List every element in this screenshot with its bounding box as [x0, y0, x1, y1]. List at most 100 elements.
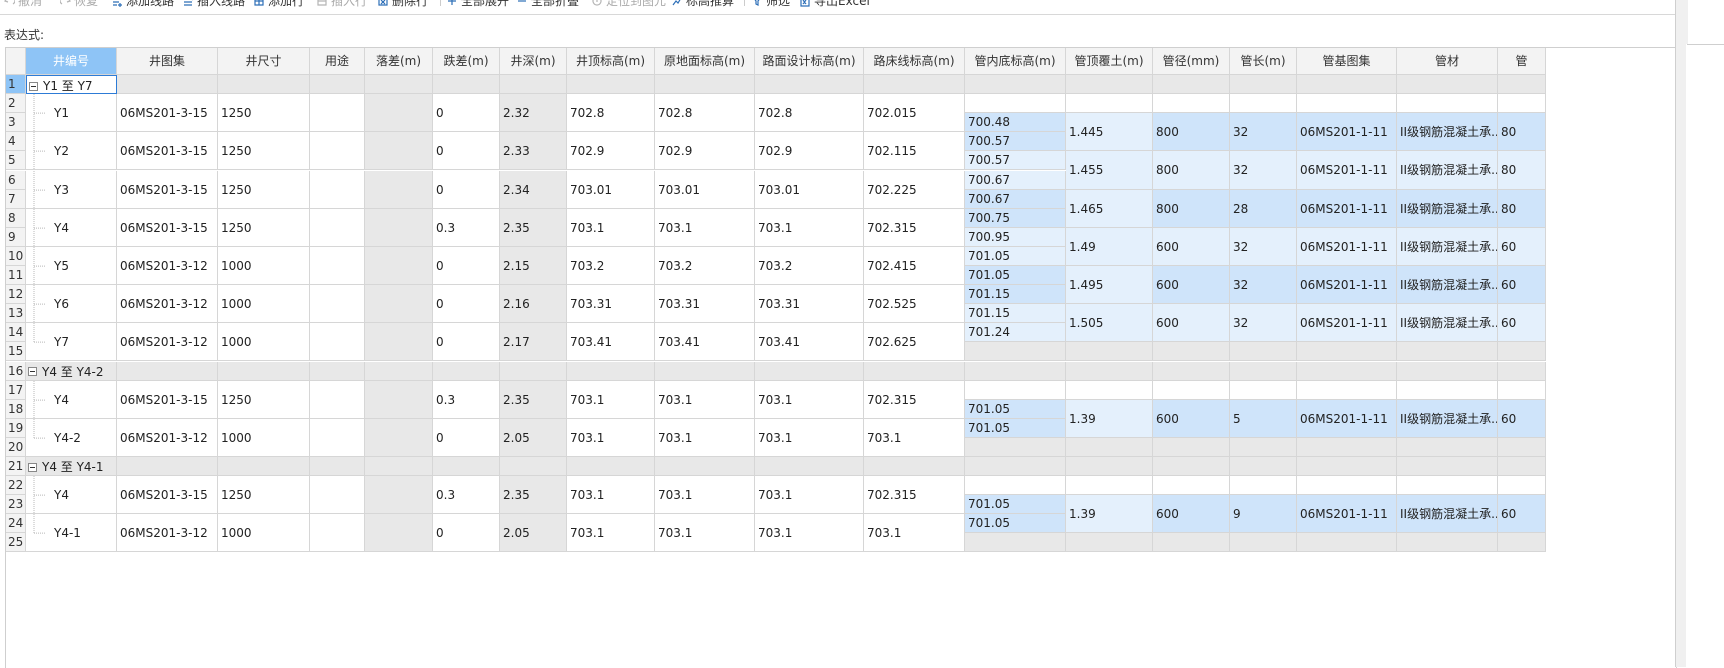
invert-elevation-downstream[interactable]: 700.57	[965, 132, 1066, 152]
pipe-cell-base[interactable]: 06MS201-1-11	[1297, 189, 1397, 228]
row-number[interactable]: 10	[6, 246, 26, 266]
invert-elevation-downstream[interactable]: 701.24	[965, 323, 1066, 343]
column-header[interactable]: 井编号	[26, 48, 117, 75]
well-cell-bed[interactable]: 702.115	[864, 132, 965, 171]
well-cell-size[interactable]: 1000	[218, 323, 310, 362]
well-cell-use[interactable]	[310, 246, 365, 286]
well-cell-size[interactable]: 1000	[218, 514, 310, 553]
collapse-toggle-icon[interactable]	[29, 81, 38, 91]
column-header[interactable]: 管	[1498, 48, 1546, 75]
pipe-cell-dia[interactable]: 600	[1153, 399, 1230, 438]
toolbar-button-4[interactable]: 添加行	[254, 0, 304, 9]
well-cell-road[interactable]: 703.41	[755, 323, 864, 362]
pipe-cell-dia[interactable]: 800	[1153, 151, 1230, 190]
column-header[interactable]: 井尺寸	[218, 48, 310, 75]
well-cell-ground[interactable]: 703.1	[655, 380, 755, 419]
column-header[interactable]: 路面设计标高(m)	[755, 48, 864, 75]
well-cell-id[interactable]: Y5	[26, 246, 117, 286]
well-cell-jump[interactable]: 0	[433, 94, 500, 133]
column-header[interactable]: 井深(m)	[500, 48, 567, 75]
well-cell-use[interactable]	[310, 380, 365, 419]
well-cell-bed[interactable]: 703.1	[864, 514, 965, 553]
well-cell-road[interactable]: 703.1	[755, 514, 864, 553]
pipe-cell-dia[interactable]: 800	[1153, 113, 1230, 152]
row-number[interactable]: 3	[6, 113, 26, 133]
column-header[interactable]: 用途	[310, 48, 365, 75]
pipe-cell-len[interactable]: 32	[1230, 304, 1297, 343]
toolbar-button-10[interactable]: 标高推算	[672, 0, 734, 9]
well-cell-id[interactable]: Y6	[26, 285, 117, 324]
pipe-cell-dia[interactable]: 800	[1153, 189, 1230, 228]
pipe-cell-extra[interactable]: 80	[1498, 151, 1546, 190]
well-cell-size[interactable]: 1250	[218, 132, 310, 171]
well-cell-id[interactable]: Y4-1	[26, 514, 117, 553]
well-cell-ground[interactable]: 703.1	[655, 476, 755, 515]
invert-elevation-downstream[interactable]: 701.05	[965, 246, 1066, 266]
invert-elevation-upstream[interactable]: 700.48	[965, 113, 1066, 133]
well-cell-bed[interactable]: 702.415	[864, 246, 965, 286]
row-number[interactable]: 7	[6, 189, 26, 209]
row-number[interactable]: 25	[6, 533, 26, 553]
pipe-cell-len[interactable]: 5	[1230, 399, 1297, 438]
well-cell-jump[interactable]: 0	[433, 170, 500, 209]
well-cell-bed[interactable]: 702.225	[864, 170, 965, 209]
well-cell-ground[interactable]: 703.41	[655, 323, 755, 362]
column-header[interactable]: 跌差(m)	[433, 48, 500, 75]
invert-elevation-upstream[interactable]: 700.95	[965, 227, 1066, 247]
pipe-cell-mat[interactable]: II级钢筋混凝土承...	[1397, 189, 1498, 228]
row-number[interactable]: 19	[6, 418, 26, 438]
well-cell-depth[interactable]: 2.17	[500, 323, 567, 362]
pipe-cell-base[interactable]: 06MS201-1-11	[1297, 151, 1397, 190]
column-header[interactable]: 原地面标高(m)	[655, 48, 755, 75]
collapse-toggle-icon[interactable]	[28, 462, 37, 472]
pipe-cell-len[interactable]: 9	[1230, 495, 1297, 534]
pipe-cell-dia[interactable]: 600	[1153, 227, 1230, 266]
well-cell-ground[interactable]: 703.1	[655, 514, 755, 553]
well-cell-ground[interactable]: 702.8	[655, 94, 755, 133]
toolbar-button-2[interactable]: 添加线路	[112, 0, 174, 9]
well-cell-top[interactable]: 702.9	[567, 132, 655, 171]
pipe-cell-mat[interactable]: II级钢筋混凝土承...	[1397, 495, 1498, 534]
well-cell-ground[interactable]: 703.01	[655, 170, 755, 209]
column-header[interactable]: 井图集	[117, 48, 218, 75]
well-cell-top[interactable]: 703.1	[567, 418, 655, 457]
row-number[interactable]: 8	[6, 208, 26, 228]
row-number[interactable]: 1	[6, 75, 26, 95]
well-cell-atlas[interactable]: 06MS201-3-12	[117, 285, 218, 324]
well-cell-top[interactable]: 703.1	[567, 476, 655, 515]
pipe-cell-cover[interactable]: 1.445	[1066, 113, 1153, 152]
toolbar-button-11[interactable]: 筛选	[752, 0, 790, 9]
pipe-cell-base[interactable]: 06MS201-1-11	[1297, 113, 1397, 152]
well-cell-drop[interactable]	[365, 285, 433, 324]
well-cell-jump[interactable]: 0	[433, 246, 500, 286]
well-cell-jump[interactable]: 0	[433, 418, 500, 457]
group-header-2[interactable]: Y4 至 Y4-1	[26, 457, 117, 477]
row-number[interactable]: 18	[6, 399, 26, 419]
pipe-cell-cover[interactable]: 1.455	[1066, 151, 1153, 190]
pipe-cell-mat[interactable]: II级钢筋混凝土承...	[1397, 113, 1498, 152]
well-cell-road[interactable]: 702.9	[755, 132, 864, 171]
pipe-cell-cover[interactable]: 1.495	[1066, 266, 1153, 305]
group-header-0[interactable]: Y1 至 Y7	[26, 75, 117, 95]
well-cell-use[interactable]	[310, 476, 365, 515]
pipe-cell-extra[interactable]: 80	[1498, 113, 1546, 152]
well-cell-bed[interactable]: 703.1	[864, 418, 965, 457]
well-cell-use[interactable]	[310, 132, 365, 171]
well-cell-depth[interactable]: 2.35	[500, 208, 567, 247]
row-number[interactable]: 9	[6, 227, 26, 247]
well-cell-ground[interactable]: 703.31	[655, 285, 755, 324]
well-cell-ground[interactable]: 703.1	[655, 418, 755, 457]
pipe-cell-base[interactable]: 06MS201-1-11	[1297, 495, 1397, 534]
well-cell-drop[interactable]	[365, 380, 433, 419]
row-number[interactable]: 12	[6, 285, 26, 305]
well-cell-depth[interactable]: 2.35	[500, 476, 567, 515]
pipe-cell-extra[interactable]: 60	[1498, 304, 1546, 343]
well-cell-drop[interactable]	[365, 323, 433, 362]
column-header[interactable]: 管长(m)	[1230, 48, 1297, 75]
pipe-cell-base[interactable]: 06MS201-1-11	[1297, 227, 1397, 266]
well-cell-jump[interactable]: 0.3	[433, 476, 500, 515]
well-cell-top[interactable]: 703.1	[567, 380, 655, 419]
well-cell-size[interactable]: 1000	[218, 246, 310, 286]
well-cell-drop[interactable]	[365, 170, 433, 209]
well-cell-size[interactable]: 1000	[218, 418, 310, 457]
